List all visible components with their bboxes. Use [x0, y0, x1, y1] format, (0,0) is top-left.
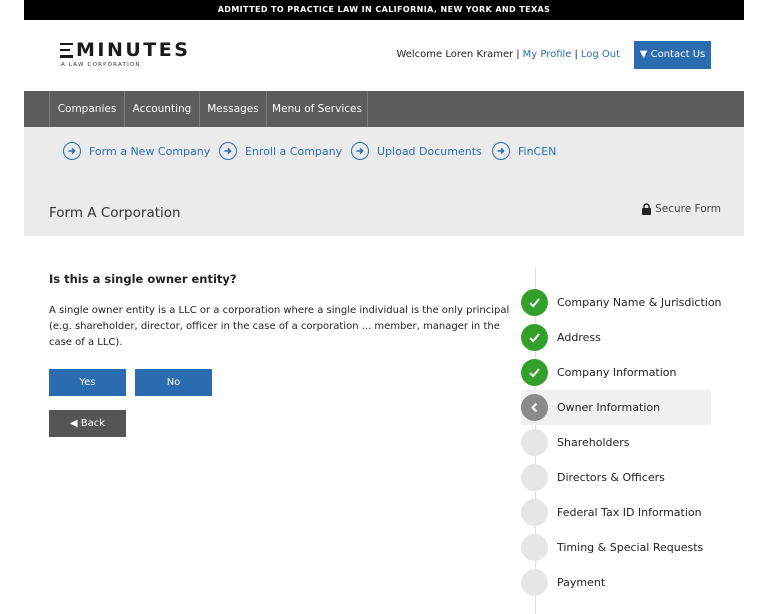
- separator: |: [516, 49, 520, 60]
- page: ADMITTED TO PRACTICE LAW IN CALIFORNIA, …: [24, 0, 744, 614]
- pending-step-icon: [521, 534, 548, 561]
- nav-item-companies[interactable]: Companies: [49, 91, 124, 127]
- progress-step: Directors & Officers: [521, 460, 711, 495]
- contact-us-button[interactable]: ▼ Contact Us: [634, 41, 711, 69]
- nav-item-messages[interactable]: Messages: [199, 91, 266, 127]
- fincen-link[interactable]: FinCEN: [492, 141, 556, 161]
- secure-form-indicator: Secure Form: [641, 203, 721, 215]
- checkmark-icon: [521, 324, 548, 351]
- my-profile-link[interactable]: My Profile: [523, 49, 572, 60]
- nav-divider: [367, 91, 368, 127]
- question-description: A single owner entity is a LLC or a corp…: [49, 305, 510, 348]
- pending-step-icon: [521, 464, 548, 491]
- progress-step-label: Shareholders: [557, 436, 630, 449]
- yes-button[interactable]: Yes: [49, 369, 126, 396]
- logo-e-mark: [60, 42, 73, 58]
- sub-nav: Form a New Company Enroll a Company Uplo…: [24, 127, 744, 236]
- upload-documents-link[interactable]: Upload Documents: [351, 141, 482, 161]
- pending-step-icon: [521, 499, 548, 526]
- arrow-circle-icon: [219, 142, 237, 160]
- secure-form-label: Secure Form: [655, 203, 721, 215]
- pending-step-icon: [521, 429, 548, 456]
- progress-step[interactable]: Address: [521, 320, 711, 355]
- nav-item-accounting[interactable]: Accounting: [124, 91, 199, 127]
- progress-step-label: Owner Information: [557, 401, 661, 414]
- progress-step-label: Company Name & Jurisdiction: [557, 296, 722, 309]
- user-links: Welcome Loren Kramer | My Profile | Log Out: [396, 49, 620, 60]
- progress-step-label: Directors & Officers: [557, 471, 665, 484]
- sublink-label: Enroll a Company: [245, 144, 343, 158]
- admission-banner: ADMITTED TO PRACTICE LAW IN CALIFORNIA, …: [24, 0, 744, 20]
- sublink-label: Upload Documents: [377, 144, 482, 158]
- chevron-left-icon: [521, 394, 548, 421]
- separator: |: [574, 49, 578, 60]
- logo-subtitle: A LAW CORPORATION: [61, 62, 141, 68]
- no-button[interactable]: No: [135, 369, 212, 396]
- arrow-circle-icon: [492, 142, 510, 160]
- form-new-company-link[interactable]: Form a New Company: [63, 141, 210, 161]
- enroll-company-link[interactable]: Enroll a Company: [219, 141, 342, 161]
- nav-item-menu-of-services[interactable]: Menu of Services: [266, 91, 367, 127]
- welcome-text: Welcome Loren Kramer: [396, 49, 514, 60]
- progress-step[interactable]: Company Name & Jurisdiction: [521, 285, 722, 320]
- eminutes-logo[interactable]: MINUTES A LAW CORPORATION: [60, 40, 190, 68]
- lock-icon: [642, 203, 652, 215]
- arrow-circle-icon: [351, 142, 369, 160]
- pending-step-icon: [521, 569, 548, 596]
- logo-wordmark: MINUTES: [76, 39, 191, 61]
- progress-step: Shareholders: [521, 425, 711, 460]
- sublink-label: Form a New Company: [89, 144, 211, 158]
- progress-step-label: Address: [557, 331, 601, 344]
- progress-step-label: Company Information: [557, 366, 677, 379]
- log-out-link[interactable]: Log Out: [581, 49, 620, 60]
- progress-step-label: Federal Tax ID Information: [557, 506, 702, 519]
- progress-step: Timing & Special Requests: [521, 530, 711, 565]
- question-title: Is this a single owner entity?: [49, 272, 237, 286]
- page-title: Form A Corporation: [49, 205, 181, 221]
- progress-step[interactable]: Owner Information: [521, 390, 711, 425]
- back-button[interactable]: ◀ Back: [49, 410, 126, 437]
- progress-step[interactable]: Company Information: [521, 355, 711, 390]
- progress-step-label: Timing & Special Requests: [557, 541, 704, 554]
- checkmark-icon: [521, 289, 548, 316]
- arrow-circle-icon: [63, 142, 81, 160]
- progress-step: Payment: [521, 565, 711, 600]
- checkmark-icon: [521, 359, 548, 386]
- progress-step-label: Payment: [557, 576, 606, 589]
- main-nav: Companies Accounting Messages Menu of Se…: [24, 91, 744, 127]
- sublink-label: FinCEN: [518, 144, 557, 158]
- progress-step: Federal Tax ID Information: [521, 495, 711, 530]
